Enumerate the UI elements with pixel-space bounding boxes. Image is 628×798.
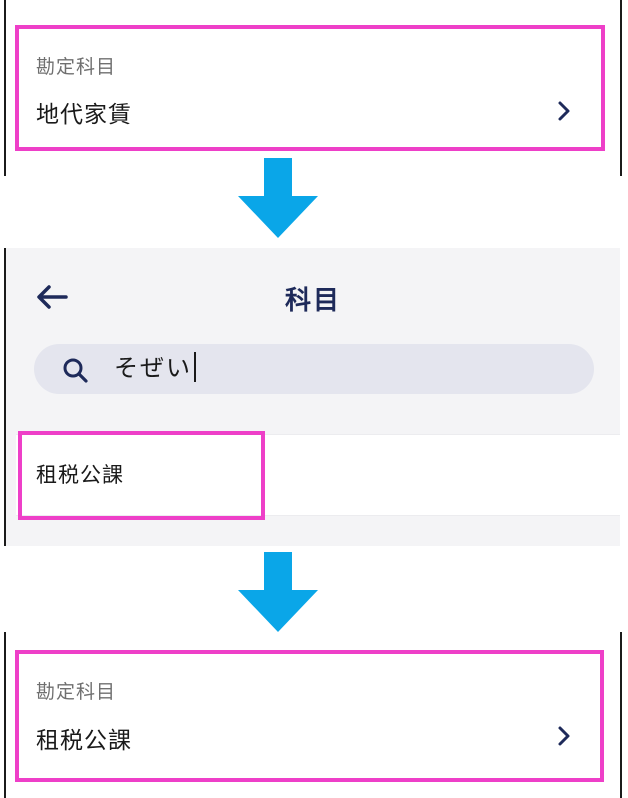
account-field-value: 租税公課 bbox=[36, 728, 132, 754]
account-search-screen: 科目 そぜい 租税公課 bbox=[6, 248, 620, 546]
account-field-after[interactable]: 勘定科目 租税公課 bbox=[6, 632, 620, 798]
arrow-down-icon bbox=[238, 158, 318, 238]
chevron-right-icon[interactable] bbox=[554, 725, 574, 747]
account-field-before[interactable]: 勘定科目 地代家賃 bbox=[6, 0, 620, 176]
screen-header: 科目 bbox=[6, 248, 620, 348]
text-caret bbox=[194, 352, 196, 382]
arrow-down-icon bbox=[238, 552, 318, 632]
frame-edge-right bbox=[620, 0, 622, 176]
screen-title: 科目 bbox=[284, 286, 341, 316]
account-field-value: 地代家賃 bbox=[36, 102, 132, 128]
search-results-list: 租税公課 bbox=[16, 434, 620, 516]
account-field-caption: 勘定科目 bbox=[36, 681, 117, 703]
frame-edge-right bbox=[620, 632, 622, 798]
chevron-right-icon[interactable] bbox=[554, 100, 574, 122]
search-input[interactable]: そぜい bbox=[34, 344, 594, 394]
list-item[interactable]: 租税公課 bbox=[36, 459, 124, 489]
search-icon bbox=[62, 357, 88, 383]
search-query: そぜい bbox=[114, 352, 196, 384]
account-field-caption: 勘定科目 bbox=[36, 56, 117, 78]
